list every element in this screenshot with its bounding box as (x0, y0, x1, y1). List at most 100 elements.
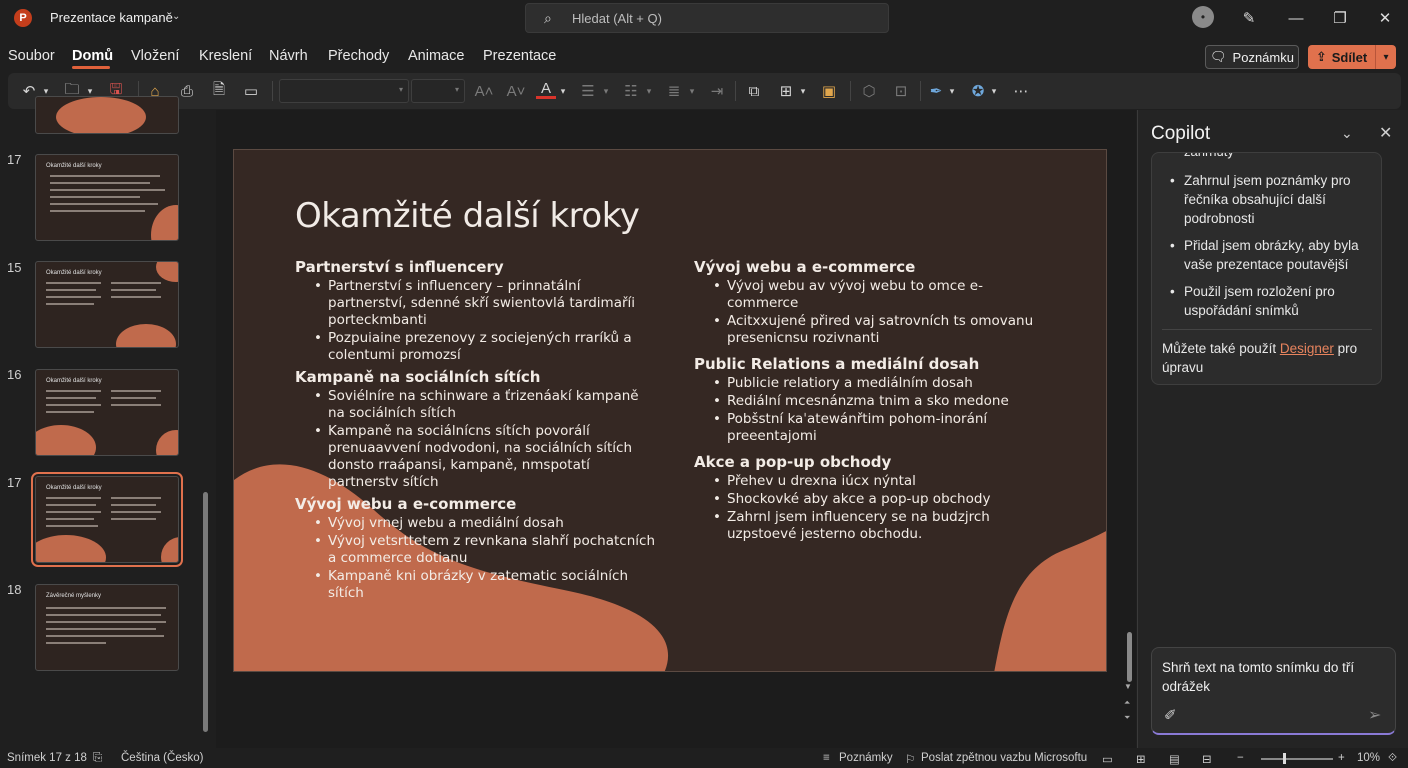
slide-thumbnail[interactable]: Závěrečné myšlenky (35, 584, 179, 671)
tab-kresleni[interactable]: Kreslení (199, 48, 252, 64)
share-main[interactable]: ⇪ Sdílet (1308, 45, 1376, 69)
chevron-down-icon[interactable]: ▾ (686, 81, 698, 101)
current-slide[interactable]: Okamžité další kroky Partnerství s influ… (233, 149, 1107, 672)
previous-slide-icon[interactable]: ⏶ (1124, 698, 1130, 708)
document-icon[interactable]: 🗎 (208, 81, 230, 101)
feedback-icon[interactable]: ⚐ (905, 752, 915, 766)
copilot-prompt-input[interactable]: Shrň text na tomto snímku do tří odrážek… (1151, 647, 1396, 735)
notes-icon[interactable]: ≡ (823, 752, 830, 764)
right-column[interactable]: Vývoj webu a e-commerce Vývoj webu av vý… (694, 258, 1054, 544)
tab-prechody[interactable]: Přechody (328, 48, 389, 64)
numbering-icon[interactable]: ☷ (621, 81, 641, 101)
zoom-out-icon[interactable]: − (1237, 752, 1244, 764)
font-color-icon[interactable]: A (536, 80, 556, 99)
indent-icon[interactable]: ⇥ (707, 81, 727, 101)
toolbar-separator (920, 81, 921, 101)
highlighter-icon[interactable]: ✒ (926, 81, 946, 101)
chevron-down-icon[interactable]: ▾ (600, 81, 612, 101)
picture-icon[interactable]: ▣ (818, 81, 840, 101)
new-slide-icon[interactable]: ⧉ (743, 81, 765, 101)
chevron-down-icon[interactable]: ▾ (557, 81, 569, 101)
chevron-down-icon[interactable]: ▾ (1376, 52, 1396, 63)
designer-link[interactable]: Designer (1280, 341, 1334, 356)
avatar[interactable]: • (1192, 6, 1214, 28)
reading-view-icon[interactable]: ▤ (1169, 752, 1180, 766)
slide-thumbnail[interactable] (35, 96, 179, 134)
increase-font-icon[interactable]: A˄ (473, 81, 495, 101)
send-icon[interactable]: ➢ (1368, 705, 1381, 725)
bullet-item: Vývoj vetsrttetem z revnkana slahří poch… (295, 533, 655, 567)
share-button[interactable]: ⇪ Sdílet ▾ (1308, 45, 1396, 69)
restore-icon[interactable]: ❐ (1328, 6, 1352, 30)
close-icon[interactable]: ✕ (1379, 123, 1392, 143)
comments-label: Poznámku (1232, 49, 1294, 65)
bullets-icon[interactable]: ☰ (578, 81, 598, 101)
scrollbar-thumb[interactable] (203, 492, 208, 732)
font-name-dropdown[interactable]: ▾ (279, 79, 409, 103)
thumbnails-scrollbar[interactable] (201, 112, 209, 748)
zoom-level[interactable]: 10% (1357, 752, 1380, 764)
bullet-item: Pobšstní kaˈatewánřtim pohom-inorání pre… (694, 411, 1054, 445)
chevron-down-icon[interactable]: ⌄ (172, 11, 180, 22)
section-block: Vývoj webu a e-commerce Vývoj vrnej webu… (295, 495, 655, 602)
shapes-icon[interactable]: ⬡ (858, 81, 880, 101)
prompt-text[interactable]: Shrň text na tomto snímku do tří odrážek (1162, 658, 1382, 696)
scroll-down-icon[interactable]: ▼ (1124, 682, 1132, 691)
copilot-footer-text: Můžete také použít Designer pro úpravu (1162, 339, 1374, 377)
slide-title[interactable]: Okamžité další kroky (295, 196, 640, 236)
print-icon[interactable]: ⎙ (176, 81, 198, 101)
pen-icon[interactable]: ✎ (1237, 6, 1261, 30)
arrange-icon[interactable]: ⊡ (890, 81, 912, 101)
next-slide-icon[interactable]: ⏷ (1124, 713, 1130, 723)
zoom-slider-thumb[interactable] (1283, 753, 1286, 764)
zoom-slider[interactable] (1261, 758, 1333, 760)
notes-button[interactable]: Poznámky (839, 752, 893, 764)
close-icon[interactable]: ✕ (1373, 6, 1397, 30)
slide-thumbnail-selected[interactable]: Okamžité další kroky (31, 472, 183, 567)
chevron-down-icon[interactable]: ▾ (643, 81, 655, 101)
editor-scrollbar[interactable] (1125, 112, 1135, 748)
decrease-font-icon[interactable]: A˅ (505, 81, 527, 101)
slideshow-icon[interactable]: ⊟ (1202, 752, 1212, 766)
table-icon[interactable]: ⊞ (775, 81, 797, 101)
thumbnail-number: 17 (7, 152, 22, 167)
language-label[interactable]: Čeština (Česko) (121, 752, 203, 764)
tab-navrh[interactable]: Návrh (269, 48, 308, 64)
fit-to-window-icon[interactable]: ⟐ (1388, 752, 1397, 765)
comments-button[interactable]: 🗨 Poznámku (1205, 45, 1299, 69)
thumbnail-title: Okamžité další kroky (46, 270, 102, 276)
tab-prezentace[interactable]: Prezentace (483, 48, 556, 64)
bullet-item: Přehev u drexna iúcx nýntal (694, 473, 1054, 490)
thumbnail-title: Závěrečné myšlenky (46, 593, 102, 599)
zoom-in-icon[interactable]: + (1338, 752, 1345, 764)
document-title[interactable]: Prezentace kampaně (50, 10, 173, 25)
chevron-down-icon[interactable]: ▾ (797, 81, 809, 101)
designer-icon[interactable]: ✪ (968, 81, 988, 101)
slide-icon[interactable]: ▭ (240, 81, 262, 101)
slide-thumbnail[interactable]: Okamžité další kroky (35, 369, 179, 456)
tab-vlozeni[interactable]: Vložení (131, 48, 179, 64)
chevron-down-icon[interactable]: ▾ (988, 81, 1000, 101)
scrollbar-thumb[interactable] (1127, 632, 1132, 682)
slide-sorter-icon[interactable]: ⊞ (1136, 752, 1146, 766)
minimize-icon[interactable]: — (1284, 6, 1308, 30)
accessibility-icon[interactable]: ⎘ (93, 752, 102, 765)
slide-thumbnail[interactable]: Okamžité další kroky (35, 261, 179, 348)
chevron-down-icon[interactable]: ▾ (946, 81, 958, 101)
toolbar-separator (735, 81, 736, 101)
bullet-item: Soviélníre na schinware a ťrizenáakí kam… (295, 388, 655, 422)
tab-soubor[interactable]: Soubor (8, 48, 55, 64)
tab-animace[interactable]: Animace (408, 48, 464, 64)
search-box[interactable]: ⌕ Hledat (Alt + Q) (525, 3, 889, 33)
chevron-down-icon[interactable]: ⌄ (1341, 125, 1353, 142)
feedback-button[interactable]: Poslat zpětnou vazbu Microsoftu (921, 752, 1087, 764)
normal-view-icon[interactable]: ▭ (1102, 752, 1113, 766)
more-options-icon[interactable]: ⋯ (1010, 81, 1032, 101)
tab-domu[interactable]: Domů (72, 48, 113, 64)
attach-icon[interactable]: ✐ (1164, 706, 1177, 724)
thumbnail-number: 17 (7, 475, 22, 490)
left-column[interactable]: Partnerství s influencery Partnerství s … (295, 258, 655, 603)
font-size-dropdown[interactable]: ▾ (411, 79, 465, 103)
line-spacing-icon[interactable]: ≣ (664, 81, 684, 101)
slide-thumbnail[interactable]: Okamžité další kroky (35, 154, 179, 241)
